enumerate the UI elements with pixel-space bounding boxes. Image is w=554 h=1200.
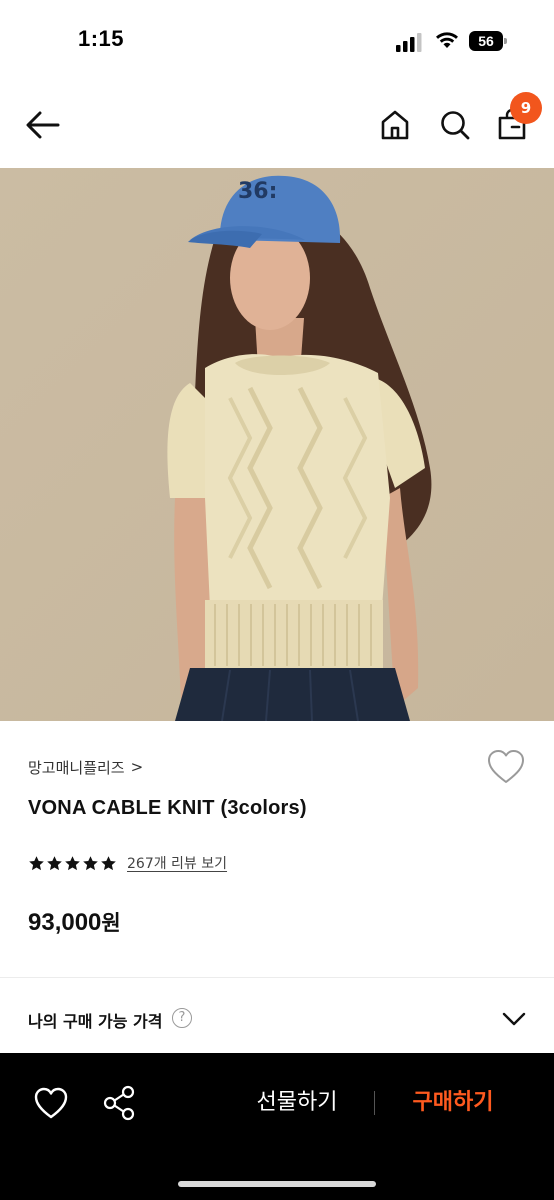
home-icon xyxy=(381,110,409,140)
gift-button[interactable]: 선물하기 xyxy=(232,1081,362,1125)
price-number: 93,000 xyxy=(28,909,102,936)
status-bar: 1:15 56 xyxy=(0,0,554,84)
wishlist-button[interactable] xyxy=(486,748,526,786)
back-arrow-icon xyxy=(26,111,60,139)
star-icon xyxy=(101,855,116,870)
battery-tip xyxy=(504,38,507,44)
star-icon xyxy=(65,855,80,870)
chevron-down-icon xyxy=(502,1012,526,1026)
help-icon[interactable]: ? xyxy=(172,1008,192,1028)
star-icon xyxy=(83,855,98,870)
star-rating xyxy=(28,855,117,872)
buy-button[interactable]: 구매하기 xyxy=(392,1081,514,1125)
home-indicator[interactable] xyxy=(178,1181,376,1187)
price-unit: 원 xyxy=(101,911,121,935)
back-button[interactable] xyxy=(20,104,66,146)
share-button[interactable] xyxy=(98,1083,140,1123)
star-icon xyxy=(47,855,62,870)
my-price-section[interactable]: 나의 구매 가능 가격 ? xyxy=(0,978,554,1054)
wifi-icon xyxy=(436,32,458,48)
brand-link[interactable]: 망고매니플리즈 > xyxy=(28,755,143,779)
top-navigation: 9 xyxy=(0,84,554,168)
product-photo: 36: xyxy=(0,168,554,721)
product-price: 93,000원 xyxy=(28,907,121,937)
chevron-right-icon: > xyxy=(130,758,144,776)
like-button[interactable] xyxy=(30,1083,72,1123)
product-title: VONA CABLE KNIT (3colors) xyxy=(28,797,307,819)
review-link[interactable]: 267개 리뷰 보기 xyxy=(127,853,227,873)
cap-print: 36: xyxy=(238,179,277,204)
my-price-label: 나의 구매 가능 가격 xyxy=(28,1012,163,1031)
heart-outline-icon xyxy=(488,750,524,783)
share-icon xyxy=(103,1085,135,1121)
bottom-action-bar: 선물하기 구매하기 xyxy=(0,1053,554,1200)
cellular-signal-icon xyxy=(396,33,422,52)
battery-level: 56 xyxy=(469,31,503,51)
product-image[interactable]: 36: xyxy=(0,168,554,721)
search-button[interactable] xyxy=(432,102,478,148)
home-button[interactable] xyxy=(372,102,418,148)
rating-row: 267개 리뷰 보기 xyxy=(28,852,227,874)
search-icon xyxy=(441,111,470,140)
cart-count-badge: 9 xyxy=(510,92,542,124)
star-icon xyxy=(29,855,44,870)
heart-icon xyxy=(34,1087,68,1119)
battery-indicator: 56 xyxy=(469,31,507,51)
button-separator xyxy=(374,1091,375,1115)
expand-button[interactable] xyxy=(498,1006,530,1032)
brand-name: 망고매니플리즈 xyxy=(28,758,125,777)
status-time: 1:15 xyxy=(78,26,125,51)
